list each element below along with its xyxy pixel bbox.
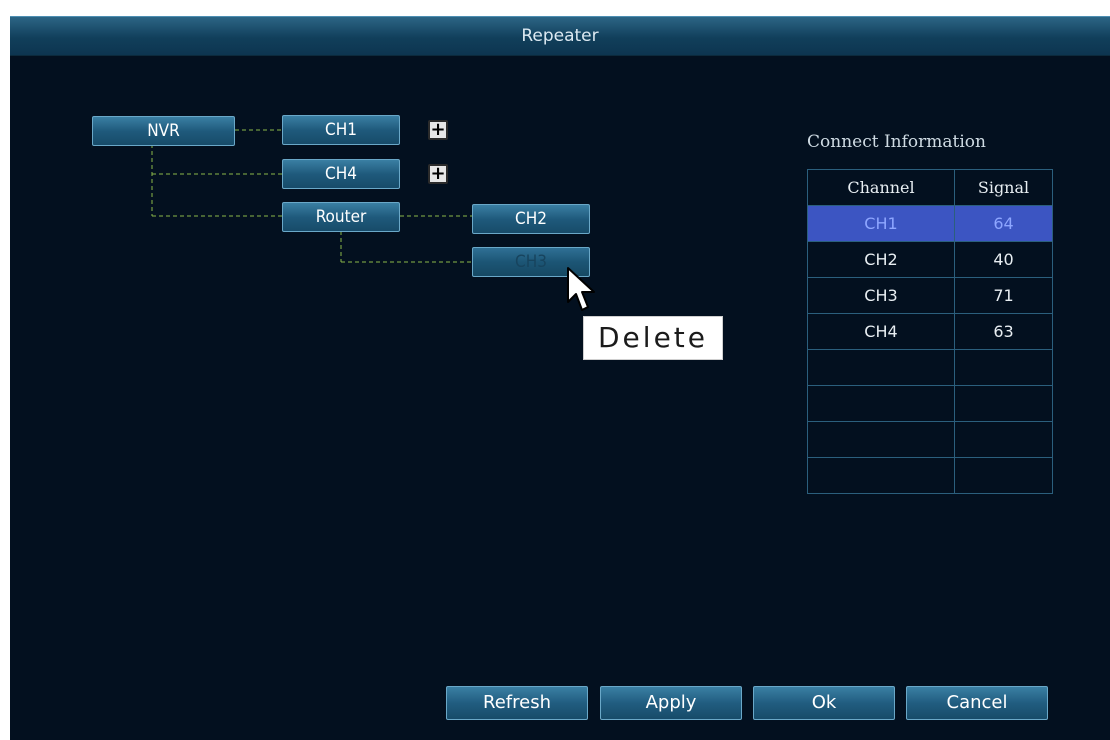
channel-cell: CH1 (807, 205, 955, 242)
table-row (807, 421, 1053, 458)
table-row[interactable]: CH3 71 (807, 277, 1053, 314)
table-row[interactable]: CH1 64 (807, 205, 1053, 242)
plus-icon[interactable]: + (428, 164, 448, 184)
delete-tooltip: Delete (583, 316, 723, 360)
channel-cell (807, 349, 955, 386)
nvr-node[interactable]: NVR (92, 116, 235, 146)
channel-cell (807, 421, 955, 458)
signal-cell: 40 (954, 241, 1053, 278)
signal-cell: 64 (954, 205, 1053, 242)
signal-cell (954, 385, 1053, 422)
signal-cell (954, 349, 1053, 386)
channel-cell (807, 457, 955, 494)
signal-cell (954, 421, 1053, 458)
ch2-node[interactable]: CH2 (472, 204, 590, 234)
signal-column-header: Signal (954, 169, 1053, 206)
channel-cell: CH4 (807, 313, 955, 350)
table-row (807, 385, 1053, 422)
router-node[interactable]: Router (282, 202, 400, 232)
ch1-node[interactable]: CH1 (282, 115, 400, 145)
ok-button[interactable]: Ok (753, 686, 895, 720)
channel-cell (807, 385, 955, 422)
mouse-pointer-icon (567, 267, 595, 311)
channel-cell: CH3 (807, 277, 955, 314)
cancel-button[interactable]: Cancel (906, 686, 1048, 720)
table-header-row: Channel Signal (807, 169, 1053, 206)
ch4-node[interactable]: CH4 (282, 159, 400, 189)
table-row[interactable]: CH2 40 (807, 241, 1053, 278)
table-row (807, 457, 1053, 494)
signal-cell: 71 (954, 277, 1053, 314)
plus-icon[interactable]: + (428, 120, 448, 140)
channel-cell: CH2 (807, 241, 955, 278)
apply-button[interactable]: Apply (600, 686, 742, 720)
signal-cell: 63 (954, 313, 1053, 350)
table-row (807, 349, 1053, 386)
channel-column-header: Channel (807, 169, 955, 206)
signal-cell (954, 457, 1053, 494)
table-row[interactable]: CH4 63 (807, 313, 1053, 350)
repeater-window: Repeater NVR CH1 + CH4 + Router CH2 CH3 … (10, 16, 1110, 740)
connect-information-title: Connect Information (807, 132, 986, 152)
connect-information-table: Channel Signal CH1 64 CH2 40 CH3 71 CH4 … (807, 169, 1053, 494)
refresh-button[interactable]: Refresh (446, 686, 588, 720)
